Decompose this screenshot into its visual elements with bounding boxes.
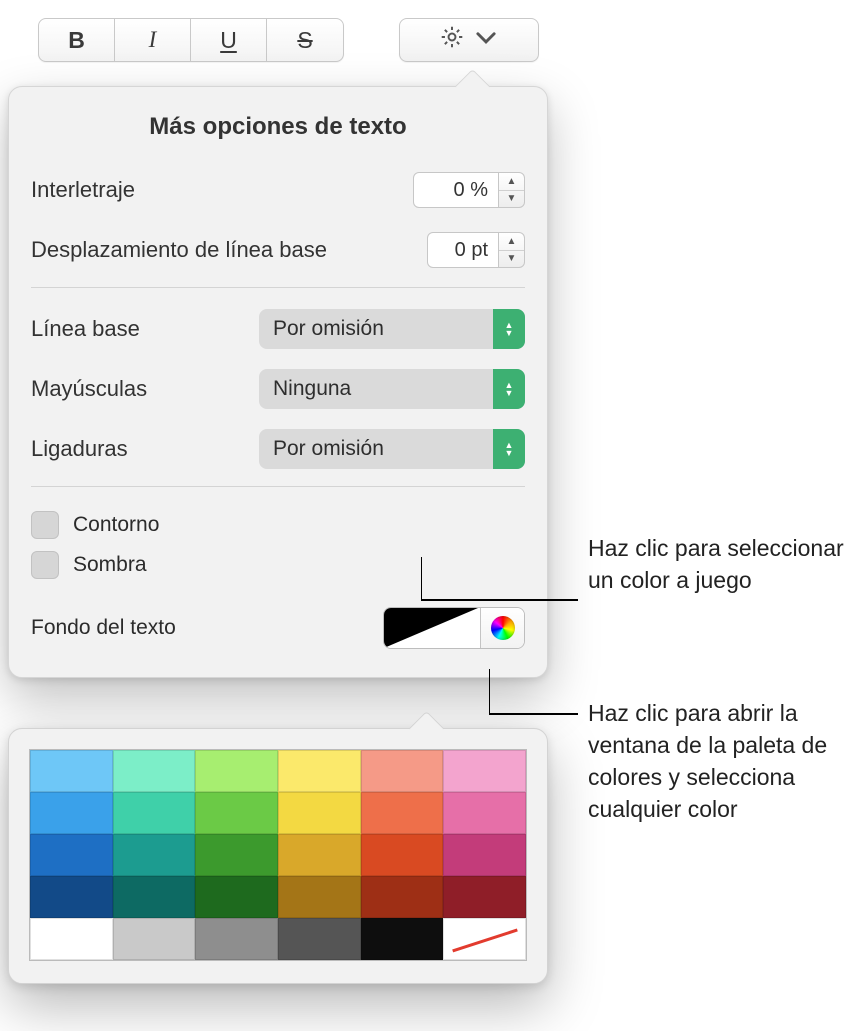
color-wheel-icon xyxy=(491,616,515,640)
divider xyxy=(31,287,525,288)
bold-button[interactable]: B xyxy=(39,19,115,61)
stepper-up-icon[interactable]: ▲ xyxy=(499,173,524,191)
text-background-control xyxy=(383,607,525,649)
tracking-stepper[interactable]: 0 % ▲ ▼ xyxy=(413,172,525,208)
color-swatch[interactable] xyxy=(443,792,526,834)
stepper-up-icon[interactable]: ▲ xyxy=(499,233,524,251)
shadow-checkbox[interactable] xyxy=(31,551,59,579)
ligatures-row: Ligaduras Por omisión ▲▼ xyxy=(31,426,525,472)
text-background-row: Fondo del texto xyxy=(31,607,525,649)
baseline-shift-stepper[interactable]: 0 pt ▲ ▼ xyxy=(427,232,525,268)
callout-leader-line xyxy=(422,599,578,601)
color-swatch[interactable] xyxy=(195,792,278,834)
baseline-dropdown[interactable]: Por omisión ▲▼ xyxy=(259,309,525,349)
color-swatch[interactable] xyxy=(195,918,278,960)
caps-value: Ninguna xyxy=(273,377,351,401)
italic-button[interactable]: I xyxy=(115,19,191,61)
color-swatch[interactable] xyxy=(30,918,113,960)
outline-checkbox[interactable] xyxy=(31,511,59,539)
callout-wheel: Haz clic para abrir la ventana de la pal… xyxy=(588,697,848,825)
color-swatch[interactable] xyxy=(361,750,444,792)
baseline-shift-stepper-buttons[interactable]: ▲ ▼ xyxy=(499,232,525,268)
underline-button[interactable]: U xyxy=(191,19,267,61)
stepper-down-icon[interactable]: ▼ xyxy=(499,251,524,268)
color-swatch[interactable] xyxy=(361,792,444,834)
chevron-down-icon xyxy=(473,24,499,56)
baseline-value: Por omisión xyxy=(273,317,384,341)
color-swatch[interactable] xyxy=(113,792,196,834)
color-swatch[interactable] xyxy=(278,834,361,876)
color-swatch[interactable] xyxy=(195,834,278,876)
style-toolbar: B I U S xyxy=(38,18,543,62)
color-swatch[interactable] xyxy=(195,750,278,792)
baseline-row: Línea base Por omisión ▲▼ xyxy=(31,306,525,352)
ligatures-label: Ligaduras xyxy=(31,436,128,462)
more-options-button[interactable] xyxy=(399,18,539,62)
outline-row: Contorno xyxy=(31,505,525,545)
panel-title: Más opciones de texto xyxy=(31,113,525,141)
color-swatch[interactable] xyxy=(113,876,196,918)
stepper-down-icon[interactable]: ▼ xyxy=(499,191,524,208)
strike-button[interactable]: S xyxy=(267,19,343,61)
color-swatch[interactable] xyxy=(443,834,526,876)
color-swatch[interactable] xyxy=(361,834,444,876)
baseline-shift-value[interactable]: 0 pt xyxy=(427,232,499,268)
caps-label: Mayúsculas xyxy=(31,376,147,402)
color-swatch[interactable] xyxy=(113,750,196,792)
text-background-label: Fondo del texto xyxy=(31,616,176,640)
color-wheel-button[interactable] xyxy=(480,608,524,648)
color-swatch[interactable] xyxy=(443,750,526,792)
tracking-row: Interletraje 0 % ▲ ▼ xyxy=(31,167,525,213)
color-swatch[interactable] xyxy=(113,834,196,876)
baseline-shift-row: Desplazamiento de línea base 0 pt ▲ ▼ xyxy=(31,227,525,273)
gear-icon xyxy=(439,24,465,56)
color-grid xyxy=(29,749,527,961)
ligatures-dropdown[interactable]: Por omisión ▲▼ xyxy=(259,429,525,469)
more-text-options-panel: Más opciones de texto Interletraje 0 % ▲… xyxy=(8,86,548,678)
color-swatch-button[interactable] xyxy=(384,608,480,648)
shadow-row: Sombra xyxy=(31,545,525,585)
color-swatch[interactable] xyxy=(443,918,526,960)
text-style-group: B I U S xyxy=(38,18,344,62)
color-swatch[interactable] xyxy=(361,876,444,918)
color-swatch[interactable] xyxy=(195,876,278,918)
caps-dropdown[interactable]: Ninguna ▲▼ xyxy=(259,369,525,409)
color-swatch[interactable] xyxy=(30,834,113,876)
callout-swatch: Haz clic para seleccionar un color a jue… xyxy=(588,532,848,596)
dropdown-arrows-icon: ▲▼ xyxy=(493,309,525,349)
outline-label: Contorno xyxy=(73,513,159,537)
tracking-label: Interletraje xyxy=(31,177,135,203)
shadow-label: Sombra xyxy=(73,553,147,577)
color-swatch[interactable] xyxy=(278,792,361,834)
color-swatch[interactable] xyxy=(30,792,113,834)
dropdown-arrows-icon: ▲▼ xyxy=(493,369,525,409)
color-swatch[interactable] xyxy=(278,876,361,918)
swatch-triangle-icon xyxy=(384,608,478,648)
baseline-label: Línea base xyxy=(31,316,140,342)
ligatures-value: Por omisión xyxy=(273,437,384,461)
caps-row: Mayúsculas Ninguna ▲▼ xyxy=(31,366,525,412)
dropdown-arrows-icon: ▲▼ xyxy=(493,429,525,469)
color-swatch[interactable] xyxy=(113,918,196,960)
color-swatch-popover xyxy=(8,728,548,984)
callouts: Haz clic para seleccionar un color a jue… xyxy=(548,0,848,1031)
color-swatch[interactable] xyxy=(278,918,361,960)
divider xyxy=(31,486,525,487)
callout-leader-line xyxy=(490,713,578,715)
tracking-stepper-buttons[interactable]: ▲ ▼ xyxy=(499,172,525,208)
tracking-value[interactable]: 0 % xyxy=(413,172,499,208)
color-swatch[interactable] xyxy=(30,750,113,792)
color-swatch[interactable] xyxy=(30,876,113,918)
baseline-shift-label: Desplazamiento de línea base xyxy=(31,237,327,263)
color-swatch[interactable] xyxy=(443,876,526,918)
color-swatch[interactable] xyxy=(278,750,361,792)
color-swatch[interactable] xyxy=(361,918,444,960)
